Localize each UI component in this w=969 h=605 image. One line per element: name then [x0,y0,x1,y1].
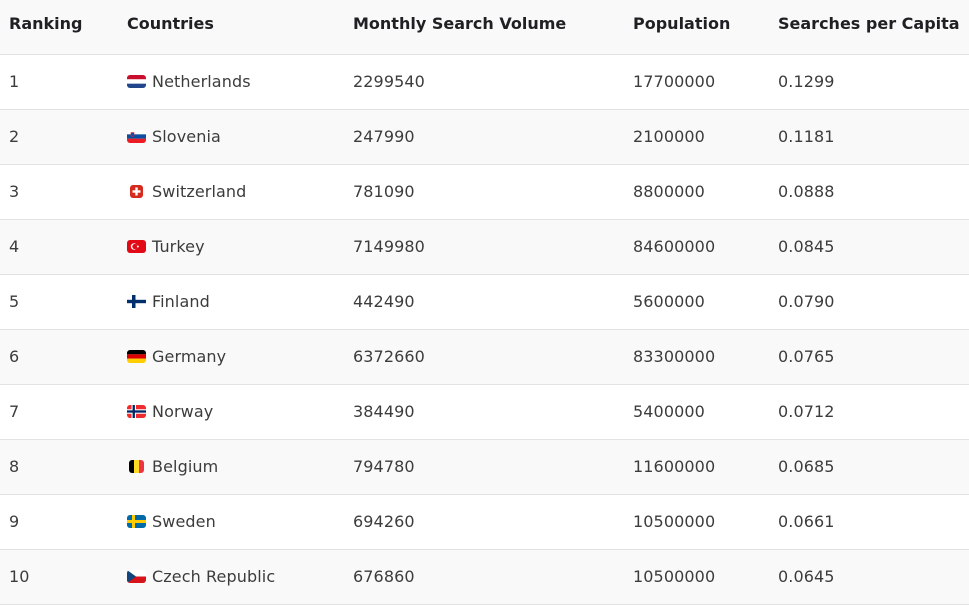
monthly-search-volume-cell: 442490 [344,274,624,330]
table-row: 4 Turkey 7149980 84600000 0.0845 [0,219,969,275]
country-name: Norway [152,402,214,421]
searches-per-capita-cell: 0.0645 [769,549,969,605]
header-population: Population [624,0,769,55]
population-cell: 5600000 [624,274,769,330]
table-row: 7 Norway 384490 5400000 0.0712 [0,384,969,440]
table-row: 1 Netherlands 2299540 17700000 0.1299 [0,54,969,110]
finland-flag-icon [127,295,146,308]
monthly-search-volume-cell: 794780 [344,439,624,495]
country-name: Turkey [152,237,205,256]
monthly-search-volume-cell: 781090 [344,164,624,220]
country-cell: Czech Republic [118,549,344,605]
country-cell: Germany [118,329,344,385]
monthly-search-volume-cell: 2299540 [344,54,624,110]
country-cell: Belgium [118,439,344,495]
country-name: Switzerland [152,182,247,201]
searches-per-capita-cell: 0.0845 [769,219,969,275]
table-row: 9 Sweden 694260 10500000 0.0661 [0,494,969,550]
netherlands-flag-icon [127,75,146,88]
searches-per-capita-cell: 0.0712 [769,384,969,440]
table-row: 3 Switzerland 781090 8800000 0.0888 [0,164,969,220]
search-ranking-table: Ranking Countries Monthly Search Volume … [0,0,969,605]
monthly-search-volume-cell: 694260 [344,494,624,550]
country-cell: Switzerland [118,164,344,220]
table-row: 8 Belgium 794780 11600000 0.0685 [0,439,969,495]
population-cell: 83300000 [624,329,769,385]
country-name: Finland [152,292,210,311]
sweden-flag-icon [127,515,146,528]
ranking-cell: 5 [0,274,118,330]
population-cell: 10500000 [624,549,769,605]
monthly-search-volume-cell: 384490 [344,384,624,440]
header-row: Ranking Countries Monthly Search Volume … [0,0,969,55]
table-body: 1 Netherlands 2299540 17700000 0.1299 2 [0,54,969,605]
country-name: Slovenia [152,127,221,146]
header-searches-per-capita: Searches per Capita [769,0,969,55]
country-cell: Netherlands [118,54,344,110]
country-cell: Finland [118,274,344,330]
country-name: Netherlands [152,72,251,91]
country-cell: Norway [118,384,344,440]
country-name: Sweden [152,512,216,531]
header-countries: Countries [118,0,344,55]
country-cell: Sweden [118,494,344,550]
searches-per-capita-cell: 0.0888 [769,164,969,220]
ranking-cell: 10 [0,549,118,605]
table-row: 6 Germany 6372660 83300000 0.0765 [0,329,969,385]
country-name: Belgium [152,457,219,476]
ranking-cell: 1 [0,54,118,110]
searches-per-capita-cell: 0.0765 [769,329,969,385]
population-cell: 10500000 [624,494,769,550]
table-row: 5 Finland 442490 5600000 0.0790 [0,274,969,330]
ranking-cell: 3 [0,164,118,220]
switzerland-flag-icon [130,185,143,198]
belgium-flag-icon [129,460,144,473]
ranking-cell: 8 [0,439,118,495]
monthly-search-volume-cell: 676860 [344,549,624,605]
table-row: 2 Slovenia 247990 2100000 0.1181 [0,109,969,165]
header-monthly-search-volume: Monthly Search Volume [344,0,624,55]
population-cell: 8800000 [624,164,769,220]
monthly-search-volume-cell: 7149980 [344,219,624,275]
searches-per-capita-cell: 0.1299 [769,54,969,110]
header-ranking: Ranking [0,0,118,55]
ranking-cell: 7 [0,384,118,440]
country-name: Germany [152,347,227,366]
ranking-cell: 4 [0,219,118,275]
table-header: Ranking Countries Monthly Search Volume … [0,0,969,55]
turkey-flag-icon [127,240,146,253]
slovenia-flag-icon [127,130,146,143]
country-cell: Turkey [118,219,344,275]
norway-flag-icon [127,405,146,418]
table-row: 10 Czech Republic 676860 10500000 0.0645 [0,549,969,605]
population-cell: 84600000 [624,219,769,275]
ranking-cell: 6 [0,329,118,385]
country-cell: Slovenia [118,109,344,165]
searches-per-capita-cell: 0.0661 [769,494,969,550]
germany-flag-icon [127,350,146,363]
czech-republic-flag-icon [127,570,146,583]
searches-per-capita-cell: 0.0685 [769,439,969,495]
searches-per-capita-cell: 0.1181 [769,109,969,165]
country-name: Czech Republic [152,567,276,586]
searches-per-capita-cell: 0.0790 [769,274,969,330]
population-cell: 2100000 [624,109,769,165]
population-cell: 11600000 [624,439,769,495]
monthly-search-volume-cell: 247990 [344,109,624,165]
monthly-search-volume-cell: 6372660 [344,329,624,385]
ranking-cell: 2 [0,109,118,165]
population-cell: 5400000 [624,384,769,440]
ranking-cell: 9 [0,494,118,550]
population-cell: 17700000 [624,54,769,110]
